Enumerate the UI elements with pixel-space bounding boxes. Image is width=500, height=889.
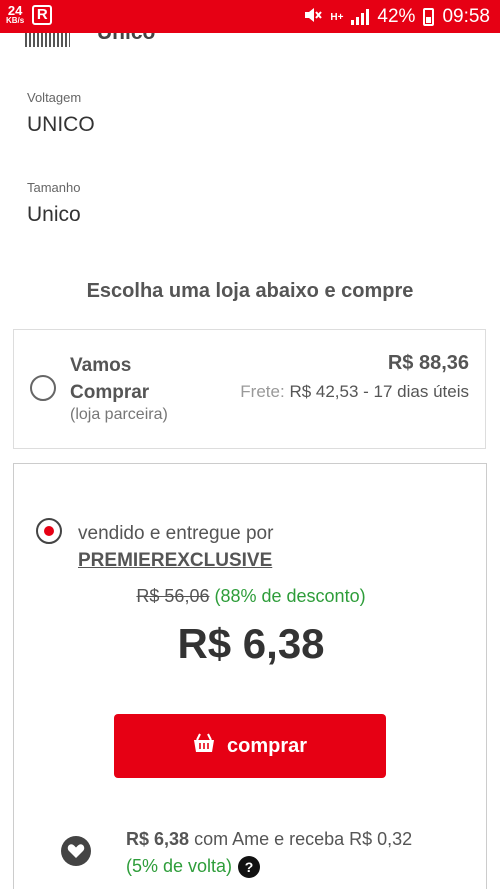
- app-notification-icon: R: [32, 4, 53, 25]
- network-speed: 24 KB/s: [6, 4, 24, 25]
- store-option-vamos-comprar[interactable]: Vamos Comprar (loja parceira) R$ 88,36 F…: [13, 329, 486, 449]
- section-title: Escolha uma loja abaixo e compre: [86, 280, 414, 302]
- status-left: 24 KB/s R: [6, 4, 53, 25]
- shipping-label: Frete:: [240, 382, 285, 401]
- old-price: R$ 56,06: [136, 586, 210, 606]
- buy-button-label: comprar: [226, 734, 308, 757]
- store-option-premierexclusive[interactable]: vendido e entregue por PREMIEREXCLUSIVE …: [13, 463, 487, 889]
- store-radio-selected[interactable]: [36, 518, 62, 544]
- mute-icon: [304, 7, 323, 27]
- status-right: H+ 42% 09:58: [304, 6, 490, 28]
- buy-button[interactable]: comprar: [114, 714, 386, 778]
- help-icon[interactable]: ?: [238, 856, 261, 879]
- sold-by-text: vendido e entregue por: [78, 523, 274, 544]
- signal-icon: [351, 9, 370, 25]
- price-discount-row: R$ 56,06 (88% de desconto): [14, 586, 488, 607]
- partial-attribute-row: Unico: [0, 33, 500, 53]
- attribute-label-voltagem: Voltagem: [27, 90, 82, 105]
- discount-text: (88% de desconto): [214, 586, 366, 606]
- attribute-value-voltagem: UNICO: [27, 113, 95, 136]
- shipping-value: R$ 42,53 - 17 dias úteis: [289, 382, 469, 401]
- battery-percent: 42%: [377, 6, 416, 27]
- sold-by: vendido e entregue por PREMIEREXCLUSIVE: [78, 520, 273, 574]
- product-thumbnail: [25, 33, 70, 47]
- store-radio-unselected[interactable]: [30, 375, 56, 401]
- store-price: R$ 88,36: [387, 352, 469, 374]
- ame-price: R$ 6,38: [126, 829, 190, 849]
- store-name: Vamos Comprar: [70, 355, 150, 403]
- shipping-info: Frete: R$ 42,53 - 17 dias úteis: [239, 379, 469, 405]
- ame-text: com Ame e receba R$ 0,32: [194, 829, 413, 849]
- current-price: R$ 6,38: [177, 620, 325, 667]
- clock: 09:58: [442, 6, 490, 27]
- network-speed-unit: KB/s: [6, 16, 25, 25]
- store-subtitle: (loja parceira): [70, 406, 168, 423]
- attribute-label-tamanho: Tamanho: [27, 180, 81, 195]
- ame-cashback-info: R$ 6,38 com Ame e receba R$ 0,32 (5% de …: [126, 826, 456, 880]
- basket-icon: [193, 733, 215, 759]
- ame-heart-icon: [61, 836, 91, 866]
- seller-link[interactable]: PREMIEREXCLUSIVE: [78, 550, 272, 571]
- battery-icon: [423, 8, 435, 26]
- status-bar: 24 KB/s R H+ 42% 09:58: [0, 0, 500, 33]
- network-type-icon: H+: [330, 11, 344, 23]
- partial-attribute-value: Unico: [97, 33, 155, 45]
- ame-percent: (5% de volta): [126, 856, 233, 876]
- attribute-value-tamanho: Unico: [27, 203, 81, 226]
